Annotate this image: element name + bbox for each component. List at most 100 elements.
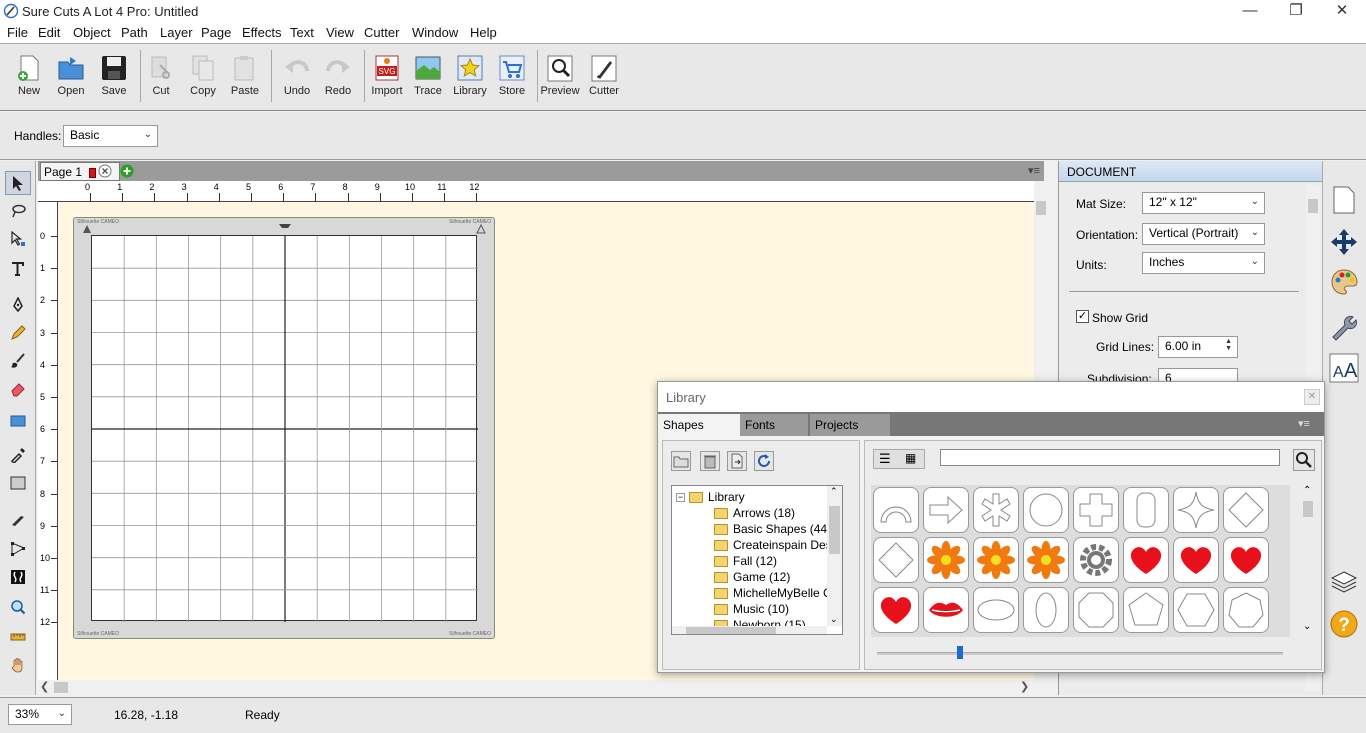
pencil-tool[interactable] [5, 321, 31, 345]
scroll-down-arrow-icon[interactable]: ⌄ [830, 614, 838, 625]
zoom-select[interactable]: 33% ⌄ [8, 704, 72, 725]
tree-horizontal-scrollbar[interactable] [672, 626, 827, 634]
stepper-arrows-icon[interactable]: ▲ ▼ [1225, 338, 1232, 352]
tree-folder-item[interactable]: Fall (12) [714, 553, 777, 569]
scroll-thumb[interactable] [54, 682, 68, 693]
pan-tool[interactable] [5, 653, 31, 677]
scroll-thumb[interactable] [686, 627, 776, 634]
scroll-thumb[interactable] [829, 506, 840, 554]
collapse-icon[interactable]: − [676, 492, 685, 502]
scroll-down-arrow-icon[interactable]: ⌄ [1303, 621, 1311, 632]
pen-tool[interactable] [5, 293, 31, 317]
shape-thumbnail[interactable] [973, 587, 1019, 633]
panel-menu-icon[interactable]: ▾≡ [1298, 417, 1310, 430]
shape-thumbnail[interactable] [1023, 537, 1069, 583]
text-panel-button[interactable]: AA [1327, 351, 1361, 385]
brush-tool[interactable] [5, 349, 31, 373]
close-window-button[interactable]: ✕ [1319, 0, 1365, 24]
minimize-button[interactable]: — [1227, 0, 1273, 24]
shape-thumbnail[interactable] [923, 537, 969, 583]
units-select[interactable]: Inches ⌄ [1142, 252, 1265, 274]
shape-thumbnail[interactable] [1073, 487, 1119, 533]
menu-object[interactable]: Object [73, 25, 111, 40]
store-button[interactable]: Store [491, 50, 533, 106]
tree-folder-item[interactable]: Game (12) [714, 569, 790, 585]
shape-thumbnail[interactable] [1023, 587, 1069, 633]
open-button[interactable]: Open [50, 50, 92, 106]
shape-thumbnail[interactable] [1173, 487, 1219, 533]
tools-panel-button[interactable] [1327, 309, 1361, 343]
library-button[interactable]: Library [449, 50, 491, 106]
menu-help[interactable]: Help [470, 25, 497, 40]
shapes-vertical-scrollbar[interactable]: ⌃ ⌄ [1300, 485, 1316, 635]
tree-folder-item[interactable]: Basic Shapes (44) [714, 521, 831, 537]
shape-thumbnail[interactable] [973, 487, 1019, 533]
tree-folder-item[interactable]: Createinspain Desi [714, 537, 834, 553]
slider-handle[interactable] [957, 646, 963, 659]
mat-size-select[interactable]: 12" x 12" ⌄ [1142, 192, 1265, 214]
zoom-tool[interactable] [5, 595, 31, 619]
menu-file[interactable]: File [7, 25, 28, 40]
save-button[interactable]: Save [93, 50, 135, 106]
new-button[interactable]: New [8, 50, 50, 106]
paste-button[interactable]: Paste [224, 50, 266, 106]
shape-thumbnail[interactable] [1123, 487, 1169, 533]
shape-thumbnail[interactable] [873, 487, 919, 533]
menu-path[interactable]: Path [121, 25, 148, 40]
menu-layer[interactable]: Layer [160, 25, 193, 40]
shape-thumbnail[interactable] [1223, 487, 1269, 533]
add-page-icon[interactable] [120, 164, 134, 178]
shape-thumbnail[interactable] [1123, 537, 1169, 583]
menu-edit[interactable]: Edit [38, 25, 60, 40]
refresh-button[interactable] [754, 451, 774, 471]
transform-tool[interactable] [5, 537, 31, 561]
shape-thumbnail[interactable] [1223, 537, 1269, 583]
shape-tool[interactable] [5, 409, 31, 433]
panel-menu-icon[interactable]: ▾≡ [1028, 164, 1040, 177]
close-page-icon[interactable] [98, 164, 112, 178]
shape-thumbnail[interactable] [1123, 587, 1169, 633]
tab-projects[interactable]: Projects [810, 414, 890, 436]
import-button[interactable]: SVG Import [366, 50, 408, 106]
undo-button[interactable]: Undo [276, 50, 318, 106]
menu-effects[interactable]: Effects [242, 25, 282, 40]
scroll-thumb[interactable] [1308, 199, 1318, 213]
new-folder-button[interactable] [671, 451, 691, 471]
shape-thumbnail[interactable] [873, 537, 919, 583]
shape-thumbnail[interactable] [1023, 487, 1069, 533]
document-panel-button[interactable] [1327, 183, 1361, 217]
scroll-up-arrow-icon[interactable]: ⌃ [1303, 485, 1311, 496]
cutter-button[interactable]: Cutter [583, 50, 625, 106]
tree-folder-item[interactable]: Arrows (18) [714, 505, 795, 521]
measure-tool[interactable] [5, 625, 31, 649]
scroll-left-arrow-icon[interactable]: ❮ [40, 680, 49, 693]
thumbnail-size-slider[interactable] [877, 646, 1283, 659]
restore-button[interactable]: ❐ [1273, 0, 1319, 24]
copy-button[interactable]: Copy [182, 50, 224, 106]
select-tool[interactable] [5, 171, 31, 195]
scroll-thumb[interactable] [1036, 201, 1046, 215]
lasso-tool[interactable] [5, 199, 31, 223]
library-close-button[interactable]: ✕ [1304, 389, 1320, 405]
menu-window[interactable]: Window [412, 25, 458, 40]
layers-panel-button[interactable] [1327, 565, 1361, 599]
scroll-up-arrow-icon[interactable]: ⌃ [830, 486, 838, 497]
gradient-tool[interactable] [5, 471, 31, 495]
scroll-thumb[interactable] [1303, 501, 1313, 517]
cut-button[interactable]: Cut [140, 50, 182, 106]
shape-thumbnail[interactable] [973, 537, 1019, 583]
list-view-icon[interactable]: ☰ [879, 451, 891, 467]
menu-text[interactable]: Text [290, 25, 314, 40]
grid-view-icon[interactable]: ▦ [905, 451, 916, 465]
show-grid-checkbox[interactable]: ✓ [1076, 310, 1089, 323]
shape-thumbnail[interactable] [1173, 587, 1219, 633]
shape-thumbnail[interactable] [1073, 537, 1119, 583]
library-search-button[interactable] [1293, 449, 1315, 471]
redo-button[interactable]: Redo [317, 50, 359, 106]
text-tool[interactable] [5, 257, 31, 281]
shape-thumbnail[interactable] [873, 587, 919, 633]
menu-cutter[interactable]: Cutter [364, 25, 399, 40]
eraser-tool[interactable] [5, 377, 31, 401]
help-button[interactable]: ? [1327, 607, 1361, 641]
node-edit-tool[interactable] [5, 227, 31, 251]
